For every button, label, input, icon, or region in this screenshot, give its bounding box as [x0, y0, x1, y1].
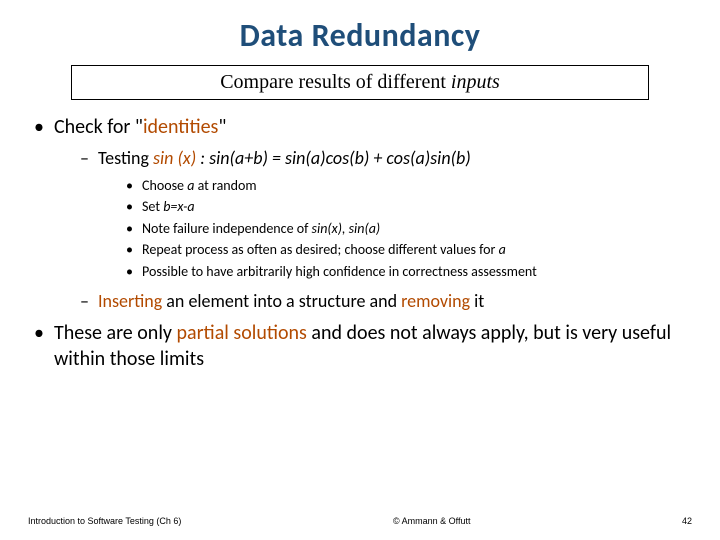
footer-right: 42	[682, 516, 692, 526]
testing-sin: sin (x)	[153, 147, 196, 169]
slide-title: Data Redundancy	[28, 16, 692, 55]
l3-note: Note failure independence of sin(x), sin…	[126, 220, 692, 239]
l3-repeat-pre: Repeat process as often as desired; choo…	[142, 241, 499, 258]
bullet-insert-remove: Inserting an element into a structure an…	[80, 290, 692, 314]
l3-possible: Possible to have arbitrarily high confid…	[126, 263, 692, 282]
subtitle-box: Compare results of different inputs	[71, 65, 649, 100]
bullet-list-l2a: Testing sin (x) : sin(a+b) = sin(a)cos(b…	[80, 147, 692, 314]
subtitle-pre: Compare results of different	[220, 71, 451, 93]
partial-term: partial solutions	[176, 321, 306, 345]
bullet-testing: Testing sin (x) : sin(a+b) = sin(a)cos(b…	[80, 147, 692, 282]
slide: Data Redundancy Compare results of diffe…	[0, 0, 720, 540]
testing-pre: Testing	[98, 147, 153, 169]
bullet-identities: Check for "identities" Testing sin (x) :…	[34, 114, 692, 314]
partial-pre: These are only	[54, 321, 176, 345]
bullet-list-l1: Check for "identities" Testing sin (x) :…	[34, 114, 692, 373]
subtitle-inputs: inputs	[451, 71, 500, 93]
l3-set: Set b=x-a	[126, 198, 692, 217]
footer-left: Introduction to Software Testing (Ch 6)	[28, 516, 181, 526]
identities-post: "	[218, 115, 226, 139]
l3-choose: Choose a at random	[126, 177, 692, 196]
l3-choose-pre: Choose	[142, 177, 187, 194]
removing-term: removing	[401, 290, 470, 312]
l3-note-sx: sin(x), sin(a)	[312, 220, 381, 237]
insrem-mid: an element into a structure and	[162, 290, 401, 312]
l3-set-bx: b=x-a	[163, 198, 194, 215]
bullet-list-l3: Choose a at random Set b=x-a Note failur…	[126, 177, 692, 282]
l3-note-pre: Note failure independence of	[142, 220, 312, 237]
testing-post: : sin(a+b) = sin(a)cos(b) + cos(a)sin(b)	[196, 147, 471, 169]
content: Check for "identities" Testing sin (x) :…	[28, 114, 692, 373]
identities-pre: Check for "	[54, 115, 143, 139]
footer-center: © Ammann & Offutt	[393, 516, 471, 526]
l3-repeat: Repeat process as often as desired; choo…	[126, 241, 692, 260]
inserting-term: Inserting	[98, 290, 162, 312]
bullet-partial: These are only partial solutions and doe…	[34, 320, 692, 373]
insrem-post: it	[470, 290, 484, 312]
identities-term: identities	[143, 115, 218, 139]
l3-set-pre: Set	[142, 198, 163, 215]
footer: Introduction to Software Testing (Ch 6) …	[28, 516, 692, 526]
l3-repeat-a: a	[499, 241, 506, 258]
l3-choose-post: at random	[194, 177, 256, 194]
